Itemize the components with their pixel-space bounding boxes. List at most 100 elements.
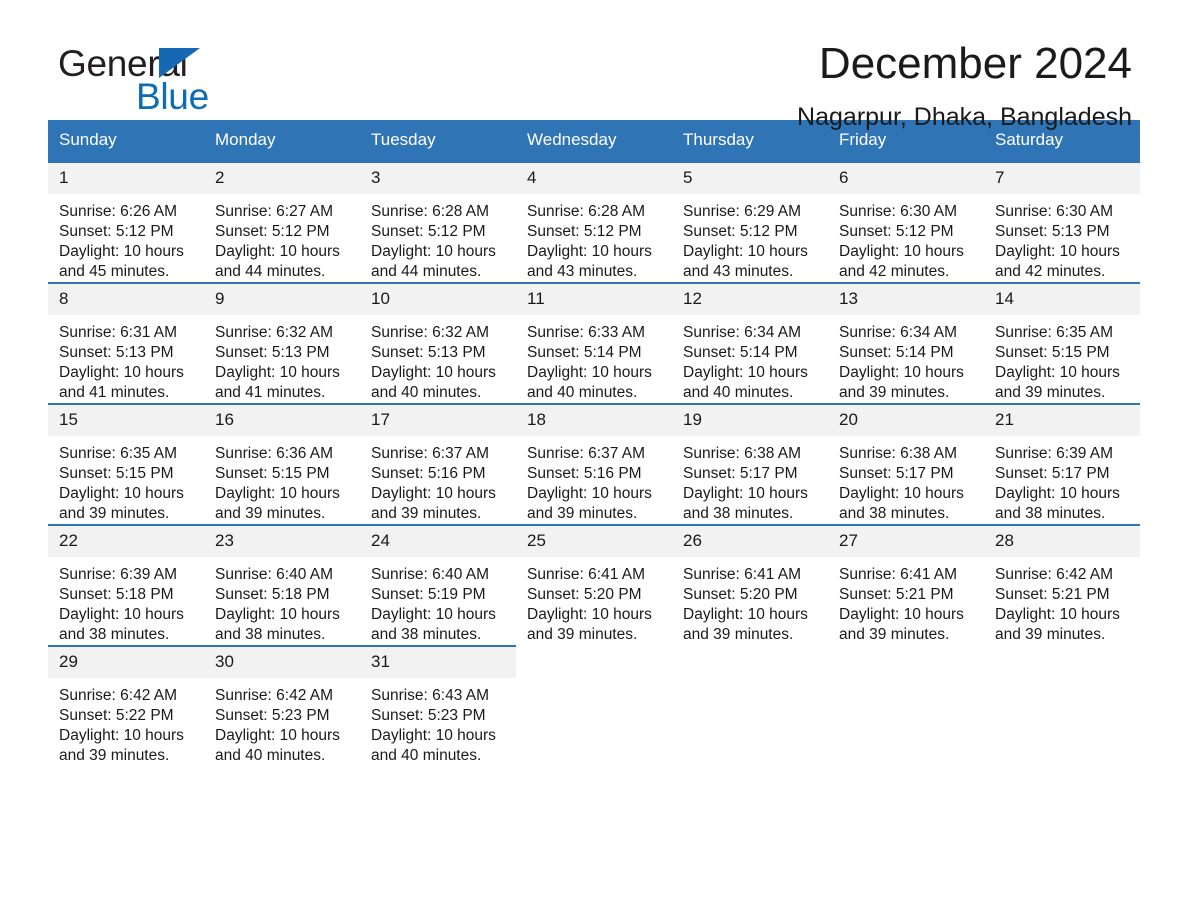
calendar-day-cell[interactable]: 23 Sunrise: 6:40 AM Sunset: 5:18 PM Dayligh… [204, 524, 360, 646]
sunset-text: Sunset: 5:14 PM [527, 344, 642, 361]
day-details: Sunrise: 6:41 AM Sunset: 5:20 PM Daylight:… [672, 557, 828, 645]
day-number: 26 [672, 526, 828, 557]
calendar-day-cell[interactable]: 8 Sunrise: 6:31 AM Sunset: 5:13 PM Daylight… [48, 282, 204, 404]
day-number: 31 [360, 647, 516, 678]
sunrise-text: Sunrise: 6:41 AM [683, 566, 802, 583]
daylight-text: Daylight: 10 hours and 38 minutes. [371, 606, 496, 643]
sunrise-text: Sunrise: 6:41 AM [527, 566, 646, 583]
general-blue-logo[interactable]: General Blue [58, 44, 318, 117]
sunset-text: Sunset: 5:14 PM [683, 344, 798, 361]
sunset-text: Sunset: 5:15 PM [995, 344, 1110, 361]
day-number: 2 [204, 163, 360, 194]
day-details: Sunrise: 6:40 AM Sunset: 5:19 PM Daylight:… [360, 557, 516, 645]
calendar-day-cell[interactable]: 14 Sunrise: 6:35 AM Sunset: 5:15 PM Dayligh… [984, 282, 1140, 404]
weekday-header-monday: Monday [204, 120, 360, 162]
calendar-day-cell[interactable]: 12 Sunrise: 6:34 AM Sunset: 5:14 PM Dayligh… [672, 282, 828, 404]
calendar-day-cell[interactable]: 9 Sunrise: 6:32 AM Sunset: 5:13 PM Daylight… [204, 282, 360, 404]
calendar-day-cell[interactable]: 4 Sunrise: 6:28 AM Sunset: 5:12 PM Daylight… [516, 161, 672, 283]
calendar-day-cell[interactable]: 7 Sunrise: 6:30 AM Sunset: 5:13 PM Daylight… [984, 161, 1140, 283]
calendar-day-cell[interactable]: 30 Sunrise: 6:42 AM Sunset: 5:23 PM Dayligh… [204, 645, 360, 766]
day-details: Sunrise: 6:34 AM Sunset: 5:14 PM Daylight:… [672, 315, 828, 403]
calendar-week-row: 8 Sunrise: 6:31 AM Sunset: 5:13 PM Daylight… [48, 282, 1140, 404]
day-number: 20 [828, 405, 984, 436]
sunset-text: Sunset: 5:13 PM [59, 344, 174, 361]
sunrise-text: Sunrise: 6:27 AM [215, 203, 334, 220]
sunrise-text: Sunrise: 6:42 AM [59, 687, 178, 704]
calendar-day-cell[interactable]: 21 Sunrise: 6:39 AM Sunset: 5:17 PM Dayligh… [984, 403, 1140, 525]
sunset-text: Sunset: 5:18 PM [215, 586, 330, 603]
calendar-week-row: 29 Sunrise: 6:42 AM Sunset: 5:22 PM Dayligh… [48, 645, 1140, 766]
sunrise-text: Sunrise: 6:36 AM [215, 445, 334, 462]
day-number: 18 [516, 405, 672, 436]
daylight-text: Daylight: 10 hours and 40 minutes. [683, 364, 808, 401]
calendar-day-cell[interactable]: 25 Sunrise: 6:41 AM Sunset: 5:20 PM Dayligh… [516, 524, 672, 646]
calendar-day-cell[interactable]: 31 Sunrise: 6:43 AM Sunset: 5:23 PM Dayligh… [360, 645, 516, 766]
sunset-text: Sunset: 5:20 PM [683, 586, 798, 603]
sunset-text: Sunset: 5:13 PM [371, 344, 486, 361]
day-number: 1 [48, 163, 204, 194]
calendar-day-cell[interactable]: 1 Sunrise: 6:26 AM Sunset: 5:12 PM Daylight… [48, 161, 204, 283]
calendar-day-cell[interactable]: 19 Sunrise: 6:38 AM Sunset: 5:17 PM Dayligh… [672, 403, 828, 525]
sunrise-text: Sunrise: 6:32 AM [371, 324, 490, 341]
day-details: Sunrise: 6:41 AM Sunset: 5:20 PM Daylight:… [516, 557, 672, 645]
day-number: 3 [360, 163, 516, 194]
day-details: Sunrise: 6:32 AM Sunset: 5:13 PM Daylight:… [360, 315, 516, 403]
daylight-text: Daylight: 10 hours and 41 minutes. [215, 364, 340, 401]
calendar-day-cell[interactable]: 16 Sunrise: 6:36 AM Sunset: 5:15 PM Dayligh… [204, 403, 360, 525]
day-number: 22 [48, 526, 204, 557]
daylight-text: Daylight: 10 hours and 38 minutes. [995, 485, 1120, 522]
calendar-day-cell[interactable]: 22 Sunrise: 6:39 AM Sunset: 5:18 PM Dayligh… [48, 524, 204, 646]
calendar-week-row: 1 Sunrise: 6:26 AM Sunset: 5:12 PM Daylight… [48, 161, 1140, 283]
sunrise-text: Sunrise: 6:40 AM [371, 566, 490, 583]
sunrise-text: Sunrise: 6:35 AM [995, 324, 1114, 341]
sunrise-text: Sunrise: 6:34 AM [683, 324, 802, 341]
sunset-text: Sunset: 5:16 PM [527, 465, 642, 482]
calendar-day-cell[interactable]: 18 Sunrise: 6:37 AM Sunset: 5:16 PM Dayligh… [516, 403, 672, 525]
sunrise-text: Sunrise: 6:42 AM [995, 566, 1114, 583]
calendar-day-cell-empty [516, 645, 672, 766]
daylight-text: Daylight: 10 hours and 40 minutes. [215, 727, 340, 764]
calendar-day-cell[interactable]: 20 Sunrise: 6:38 AM Sunset: 5:17 PM Dayligh… [828, 403, 984, 525]
day-details: Sunrise: 6:42 AM Sunset: 5:21 PM Daylight:… [984, 557, 1140, 645]
sunrise-text: Sunrise: 6:42 AM [215, 687, 334, 704]
title-block: December 2024 Nagarpur, Dhaka, Banglades… [797, 38, 1132, 132]
weekday-header-sunday: Sunday [48, 120, 204, 162]
calendar-day-cell[interactable]: 15 Sunrise: 6:35 AM Sunset: 5:15 PM Dayligh… [48, 403, 204, 525]
day-number: 19 [672, 405, 828, 436]
day-details: Sunrise: 6:31 AM Sunset: 5:13 PM Daylight:… [48, 315, 204, 403]
day-details: Sunrise: 6:27 AM Sunset: 5:12 PM Daylight:… [204, 194, 360, 282]
calendar-day-cell[interactable]: 28 Sunrise: 6:42 AM Sunset: 5:21 PM Dayligh… [984, 524, 1140, 646]
calendar-day-cell[interactable]: 13 Sunrise: 6:34 AM Sunset: 5:14 PM Dayligh… [828, 282, 984, 404]
triangle-flag-icon [159, 48, 200, 78]
day-details: Sunrise: 6:40 AM Sunset: 5:18 PM Daylight:… [204, 557, 360, 645]
calendar-day-cell[interactable]: 29 Sunrise: 6:42 AM Sunset: 5:22 PM Dayligh… [48, 645, 204, 766]
sunrise-text: Sunrise: 6:39 AM [59, 566, 178, 583]
day-number: 17 [360, 405, 516, 436]
calendar-day-cell[interactable]: 17 Sunrise: 6:37 AM Sunset: 5:16 PM Dayligh… [360, 403, 516, 525]
sunset-text: Sunset: 5:15 PM [215, 465, 330, 482]
daylight-text: Daylight: 10 hours and 42 minutes. [839, 243, 964, 280]
sunrise-text: Sunrise: 6:30 AM [839, 203, 958, 220]
calendar-day-cell[interactable]: 3 Sunrise: 6:28 AM Sunset: 5:12 PM Daylight… [360, 161, 516, 283]
calendar-day-cell[interactable]: 5 Sunrise: 6:29 AM Sunset: 5:12 PM Daylight… [672, 161, 828, 283]
calendar-day-cell[interactable]: 24 Sunrise: 6:40 AM Sunset: 5:19 PM Dayligh… [360, 524, 516, 646]
day-details: Sunrise: 6:28 AM Sunset: 5:12 PM Daylight:… [360, 194, 516, 282]
calendar-day-cell[interactable]: 6 Sunrise: 6:30 AM Sunset: 5:12 PM Daylight… [828, 161, 984, 283]
calendar-grid: Sunday Monday Tuesday Wednesday Thursday… [48, 120, 1140, 766]
day-details: Sunrise: 6:41 AM Sunset: 5:21 PM Daylight:… [828, 557, 984, 645]
calendar-day-cell[interactable]: 11 Sunrise: 6:33 AM Sunset: 5:14 PM Dayligh… [516, 282, 672, 404]
daylight-text: Daylight: 10 hours and 39 minutes. [839, 364, 964, 401]
calendar-day-cell[interactable]: 27 Sunrise: 6:41 AM Sunset: 5:21 PM Dayligh… [828, 524, 984, 646]
day-number: 14 [984, 284, 1140, 315]
day-details: Sunrise: 6:39 AM Sunset: 5:17 PM Daylight:… [984, 436, 1140, 524]
day-details: Sunrise: 6:26 AM Sunset: 5:12 PM Daylight:… [48, 194, 204, 282]
sunset-text: Sunset: 5:22 PM [59, 707, 174, 724]
day-number-band [516, 647, 672, 678]
sunset-text: Sunset: 5:21 PM [839, 586, 954, 603]
day-number: 15 [48, 405, 204, 436]
calendar-day-cell[interactable]: 2 Sunrise: 6:27 AM Sunset: 5:12 PM Daylight… [204, 161, 360, 283]
calendar-day-cell[interactable]: 26 Sunrise: 6:41 AM Sunset: 5:20 PM Dayligh… [672, 524, 828, 646]
day-number: 25 [516, 526, 672, 557]
calendar-page: General Blue December 2024 Nagarpur, Dha… [0, 0, 1188, 918]
calendar-day-cell[interactable]: 10 Sunrise: 6:32 AM Sunset: 5:13 PM Dayligh… [360, 282, 516, 404]
